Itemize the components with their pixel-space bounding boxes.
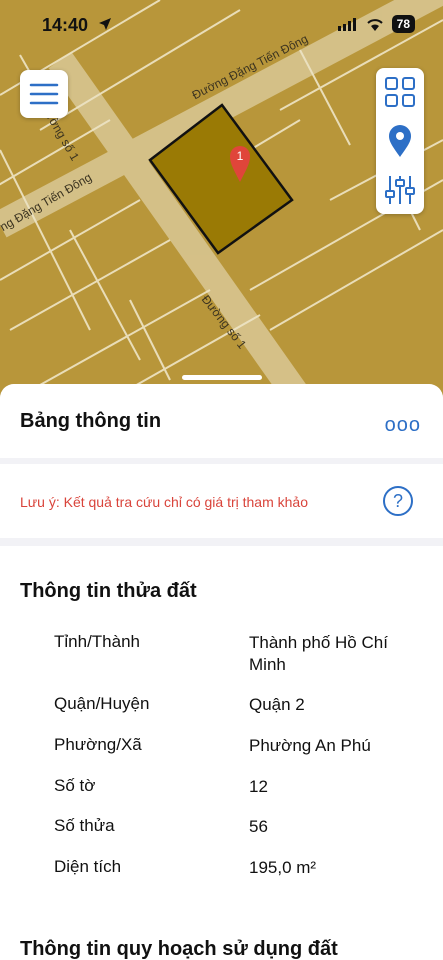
more-options-icon[interactable]: ooo xyxy=(385,414,421,437)
battery-indicator: 78 xyxy=(391,15,415,33)
sheet-drag-handle[interactable] xyxy=(182,375,262,380)
wifi-icon xyxy=(366,18,383,31)
field-value: 12 xyxy=(249,777,268,796)
location-arrow-icon xyxy=(99,18,111,30)
hamburger-icon xyxy=(29,83,59,105)
menu-button[interactable] xyxy=(20,70,68,118)
signal-icon xyxy=(337,17,356,31)
sliders-icon[interactable] xyxy=(376,166,424,214)
field-value: Phường An Phú xyxy=(249,736,371,755)
grid-icon[interactable] xyxy=(376,68,424,116)
field-label: Tỉnh/Thành xyxy=(54,632,140,651)
marker-label: 1 xyxy=(237,149,244,163)
field-value: 195,0 m² xyxy=(249,858,317,877)
status-icons: 78 xyxy=(337,15,415,33)
parcel-info-card: Thông tin thửa đất Tỉnh/Thành Thành phố … xyxy=(0,546,443,960)
planning-section-title: Thông tin quy hoạch sử dụng đất xyxy=(20,938,338,960)
field-label: Quận/Huyện xyxy=(54,694,150,713)
disclaimer-note: Lưu ý: Kết quả tra cứu chỉ có giá trị th… xyxy=(20,494,308,510)
help-icon[interactable]: ? xyxy=(383,486,413,516)
field-label: Số tờ xyxy=(54,776,96,795)
location-icon[interactable] xyxy=(376,117,424,165)
field-label: Phường/Xã xyxy=(54,735,142,754)
map-tools-panel xyxy=(376,68,424,214)
field-label: Diện tích xyxy=(54,857,122,876)
note-card: Lưu ý: Kết quả tra cứu chỉ có giá trị th… xyxy=(0,464,443,538)
map-view[interactable]: 1 Đường Đặng Tiến Đông ng Đặng Tiến Đông… xyxy=(0,0,443,400)
status-bar: 14:40 78 xyxy=(0,0,443,52)
info-sheet: Bảng thông tin ooo Lưu ý: Kết quả tra cứ… xyxy=(0,384,443,960)
parcel-section-title: Thông tin thửa đất xyxy=(20,580,197,602)
sheet-header: Bảng thông tin ooo xyxy=(0,384,443,458)
field-value: Quận 2 xyxy=(249,695,305,714)
field-value: Thành phố Hồ Chí Minh xyxy=(249,633,388,674)
field-label: Số thửa xyxy=(54,816,115,835)
sheet-title: Bảng thông tin xyxy=(20,410,162,432)
status-time: 14:40 xyxy=(42,15,89,35)
field-value: 56 xyxy=(249,817,268,836)
